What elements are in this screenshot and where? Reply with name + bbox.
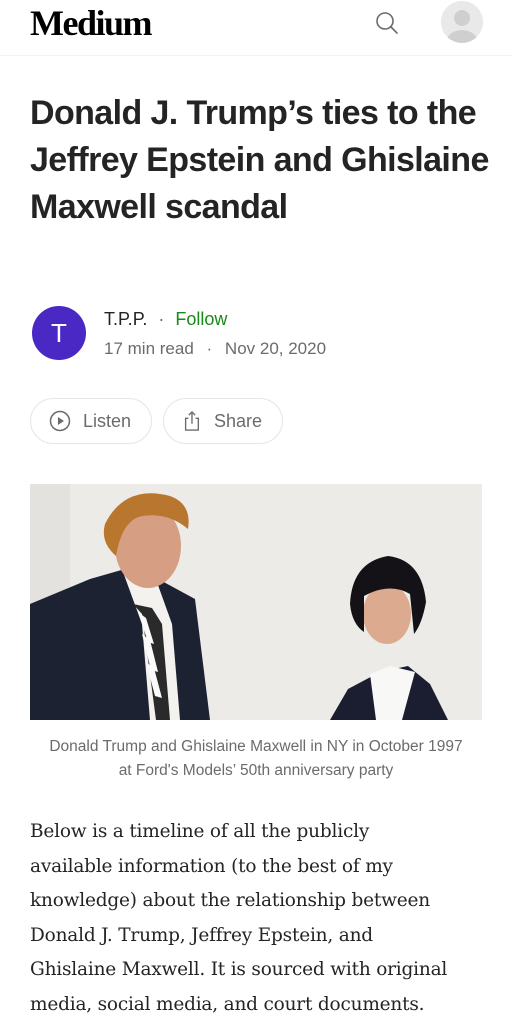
top-bar: Medium <box>0 0 512 56</box>
listen-label: Listen <box>82 410 131 431</box>
article-body: Below is a timeline of all the publicly … <box>30 815 490 1023</box>
search-icon[interactable] <box>372 8 402 38</box>
separator-dot: · <box>158 309 165 329</box>
play-icon <box>49 410 71 432</box>
user-avatar[interactable] <box>441 1 483 43</box>
author-avatar[interactable]: T <box>32 306 86 360</box>
body-line: media, social media, and court documents… <box>30 993 425 1015</box>
body-line: Donald J. Trump, Jeffrey Epstein, and <box>30 924 373 946</box>
body-line: Below is a timeline of all the publicly <box>30 821 370 842</box>
author-line: T.P.P. · Follow <box>104 309 227 330</box>
read-time: 17 min read <box>104 339 194 358</box>
caption-line: Donald Trump and Ghislaine Maxwell in NY… <box>49 738 463 755</box>
share-button[interactable]: Share <box>163 398 283 444</box>
article-photo <box>30 484 482 720</box>
body-line: knowledge) about the relationship betwee… <box>30 890 430 912</box>
medium-logo[interactable]: Medium <box>30 2 153 44</box>
publish-date: Nov 20, 2020 <box>224 339 327 358</box>
follow-link[interactable]: Follow <box>175 309 227 329</box>
body-line: available information (to the best of my <box>30 855 393 877</box>
author-name[interactable]: T.P.P. <box>104 309 147 329</box>
share-label: Share <box>213 410 262 431</box>
caption-line: at Ford's Models’ 50th anniversary party <box>118 762 394 779</box>
article-meta: 17 min read · Nov 20, 2020 <box>104 339 326 359</box>
listen-button[interactable]: Listen <box>30 398 152 444</box>
article-title: Donald J. Trump’s ties to the Jeffrey Ep… <box>30 94 489 226</box>
separator-dot: · <box>206 339 213 358</box>
body-line: Ghislaine Maxwell. It is sourced with or… <box>30 959 448 981</box>
share-icon <box>184 410 200 431</box>
image-caption: Donald Trump and Ghislaine Maxwell in NY… <box>24 735 488 783</box>
